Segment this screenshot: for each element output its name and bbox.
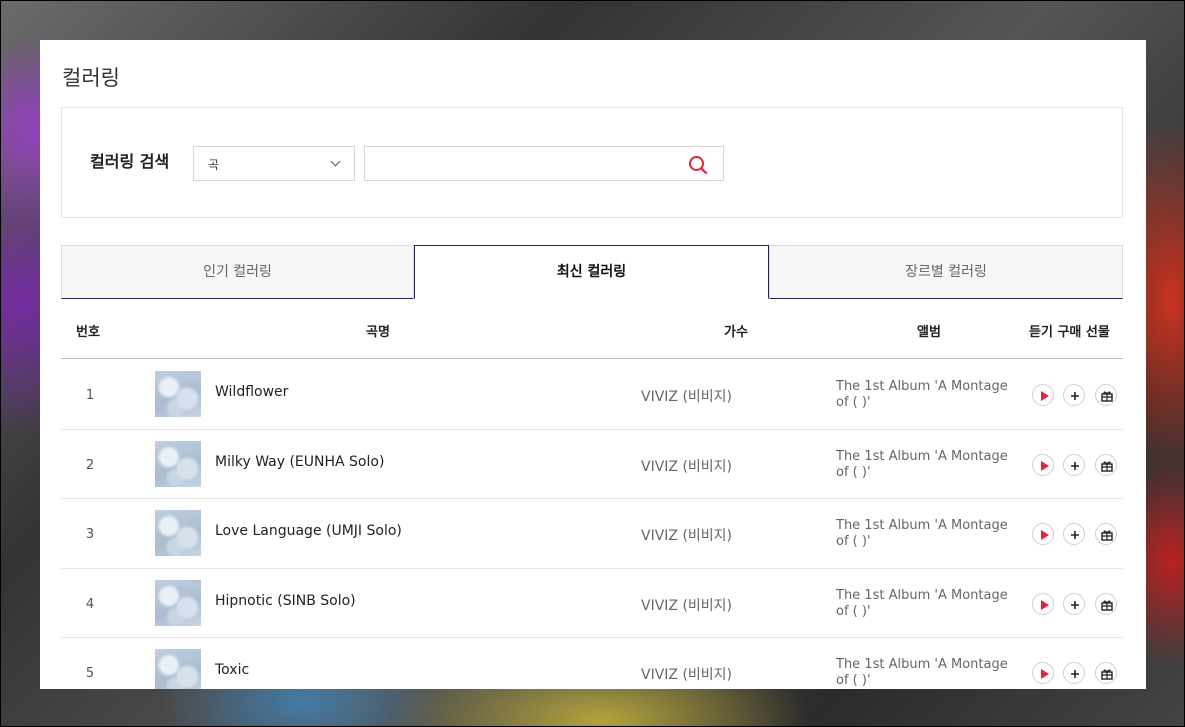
gift-icon[interactable]	[1095, 592, 1117, 615]
song-title[interactable]: Milky Way (EUNHA Solo)	[215, 454, 384, 470]
plus-icon[interactable]	[1063, 662, 1085, 684]
album-thumbnail[interactable]	[155, 510, 201, 556]
album-thumbnail[interactable]	[155, 579, 201, 626]
table-row: 3 Love Language (UMJI Solo) VIVIZ (비비지) …	[61, 499, 1123, 569]
header-actions: 듣기 구매 선물	[1029, 325, 1110, 340]
search-input[interactable]	[373, 153, 673, 175]
gift-icon[interactable]	[1095, 453, 1117, 476]
artist-name[interactable]: VIVIZ (비비지)	[641, 456, 732, 476]
table-header: 번호 곡명 가수 앨범 듣기 구매 선물	[61, 299, 1123, 359]
search-type-value: 곡	[208, 158, 220, 172]
header-artist: 가수	[724, 325, 748, 340]
tab-genre[interactable]: 장르별 컬러링	[769, 245, 1123, 299]
play-icon[interactable]	[1032, 662, 1054, 684]
page-title: 컬러링	[62, 66, 120, 90]
search-type-select[interactable]: 곡	[193, 146, 355, 181]
album-thumbnail[interactable]	[155, 649, 201, 689]
gift-icon[interactable]	[1095, 384, 1117, 406]
album-name[interactable]: The 1st Album 'A Montage of ( )'	[836, 379, 1021, 411]
table-row: 1 Wildflower VIVIZ (비비지) The 1st Album '…	[61, 360, 1123, 430]
header-album: 앨범	[917, 325, 941, 340]
table-row: 4 Hipnotic (SINB Solo) VIVIZ (비비지) The 1…	[61, 569, 1123, 638]
song-title[interactable]: Love Language (UMJI Solo)	[215, 523, 402, 539]
album-name[interactable]: The 1st Album 'A Montage of ( )'	[836, 588, 1021, 620]
row-number: 3	[85, 527, 95, 542]
row-number: 1	[85, 388, 95, 403]
album-thumbnail[interactable]	[155, 440, 201, 487]
row-number: 5	[85, 666, 95, 681]
search-box: 컬러링 검색 곡	[61, 107, 1123, 218]
album-thumbnail[interactable]	[155, 371, 201, 417]
song-title[interactable]: Hipnotic (SINB Solo)	[215, 593, 356, 609]
artist-name[interactable]: VIVIZ (비비지)	[641, 595, 732, 615]
album-name[interactable]: The 1st Album 'A Montage of ( )'	[836, 657, 1021, 689]
plus-icon[interactable]	[1063, 384, 1085, 406]
row-number: 4	[85, 596, 95, 612]
song-list: 1 Wildflower VIVIZ (비비지) The 1st Album '…	[61, 360, 1123, 689]
song-title[interactable]: Wildflower	[215, 384, 288, 400]
artist-name[interactable]: VIVIZ (비비지)	[641, 664, 732, 684]
header-song: 곡명	[366, 325, 390, 340]
play-icon[interactable]	[1032, 592, 1054, 615]
artist-name[interactable]: VIVIZ (비비지)	[641, 525, 732, 545]
plus-icon[interactable]	[1063, 453, 1085, 476]
coloring-tabs: 인기 컬러링 최신 컬러링 장르별 컬러링	[61, 245, 1123, 299]
gift-icon[interactable]	[1095, 662, 1117, 684]
play-icon[interactable]	[1032, 523, 1054, 545]
gift-icon[interactable]	[1095, 523, 1117, 545]
album-name[interactable]: The 1st Album 'A Montage of ( )'	[836, 518, 1021, 550]
tab-latest[interactable]: 최신 컬러링	[414, 245, 769, 299]
row-number: 2	[85, 457, 95, 473]
table-row: 2 Milky Way (EUNHA Solo) VIVIZ (비비지) The…	[61, 430, 1123, 499]
play-icon[interactable]	[1032, 453, 1054, 476]
coloring-panel: 컬러링 컬러링 검색 곡 인기 컬러링 최신 컬러링 장르별 컬러링 번호 곡명…	[40, 40, 1146, 689]
search-label: 컬러링 검색	[90, 152, 170, 171]
header-num: 번호	[76, 325, 100, 340]
song-title[interactable]: Toxic	[215, 662, 249, 678]
chevron-down-icon	[330, 156, 341, 167]
search-icon[interactable]	[687, 154, 709, 176]
artist-name[interactable]: VIVIZ (비비지)	[641, 386, 732, 406]
table-row: 5 Toxic VIVIZ (비비지) The 1st Album 'A Mon…	[61, 638, 1123, 689]
album-name[interactable]: The 1st Album 'A Montage of ( )'	[836, 449, 1021, 481]
tab-popular[interactable]: 인기 컬러링	[61, 245, 414, 299]
plus-icon[interactable]	[1063, 523, 1085, 545]
background-frame: 컬러링 컬러링 검색 곡 인기 컬러링 최신 컬러링 장르별 컬러링 번호 곡명…	[0, 0, 1185, 727]
plus-icon[interactable]	[1063, 592, 1085, 615]
search-input-box	[364, 146, 724, 181]
play-icon[interactable]	[1032, 384, 1054, 406]
